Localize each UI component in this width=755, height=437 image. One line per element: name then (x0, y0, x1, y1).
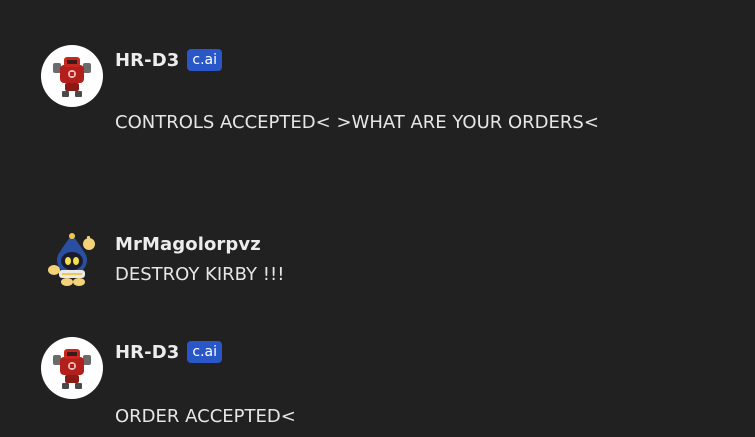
author-name[interactable]: MrMagolorpvz (115, 234, 261, 255)
robot-avatar-icon (53, 57, 91, 97)
avatar[interactable] (41, 45, 103, 107)
cai-badge: c.ai (187, 341, 222, 363)
message-text: ORDER ACCEPTED< (115, 406, 296, 427)
message-text: CONTROLS ACCEPTED< >WHAT ARE YOUR ORDERS… (115, 112, 599, 133)
avatar[interactable] (41, 230, 103, 292)
author-name[interactable]: HR-D3 (115, 50, 179, 71)
cai-badge: c.ai (187, 49, 222, 71)
author-name[interactable]: HR-D3 (115, 342, 179, 363)
message-text: DESTROY KIRBY !!! (115, 264, 285, 285)
avatar[interactable] (41, 337, 103, 399)
robot-avatar-icon (53, 349, 91, 389)
magolor-avatar-icon (48, 233, 95, 286)
chat-thread: HR-D3 c.ai CONTROLS ACCEPTED< >WHAT ARE … (0, 0, 755, 437)
